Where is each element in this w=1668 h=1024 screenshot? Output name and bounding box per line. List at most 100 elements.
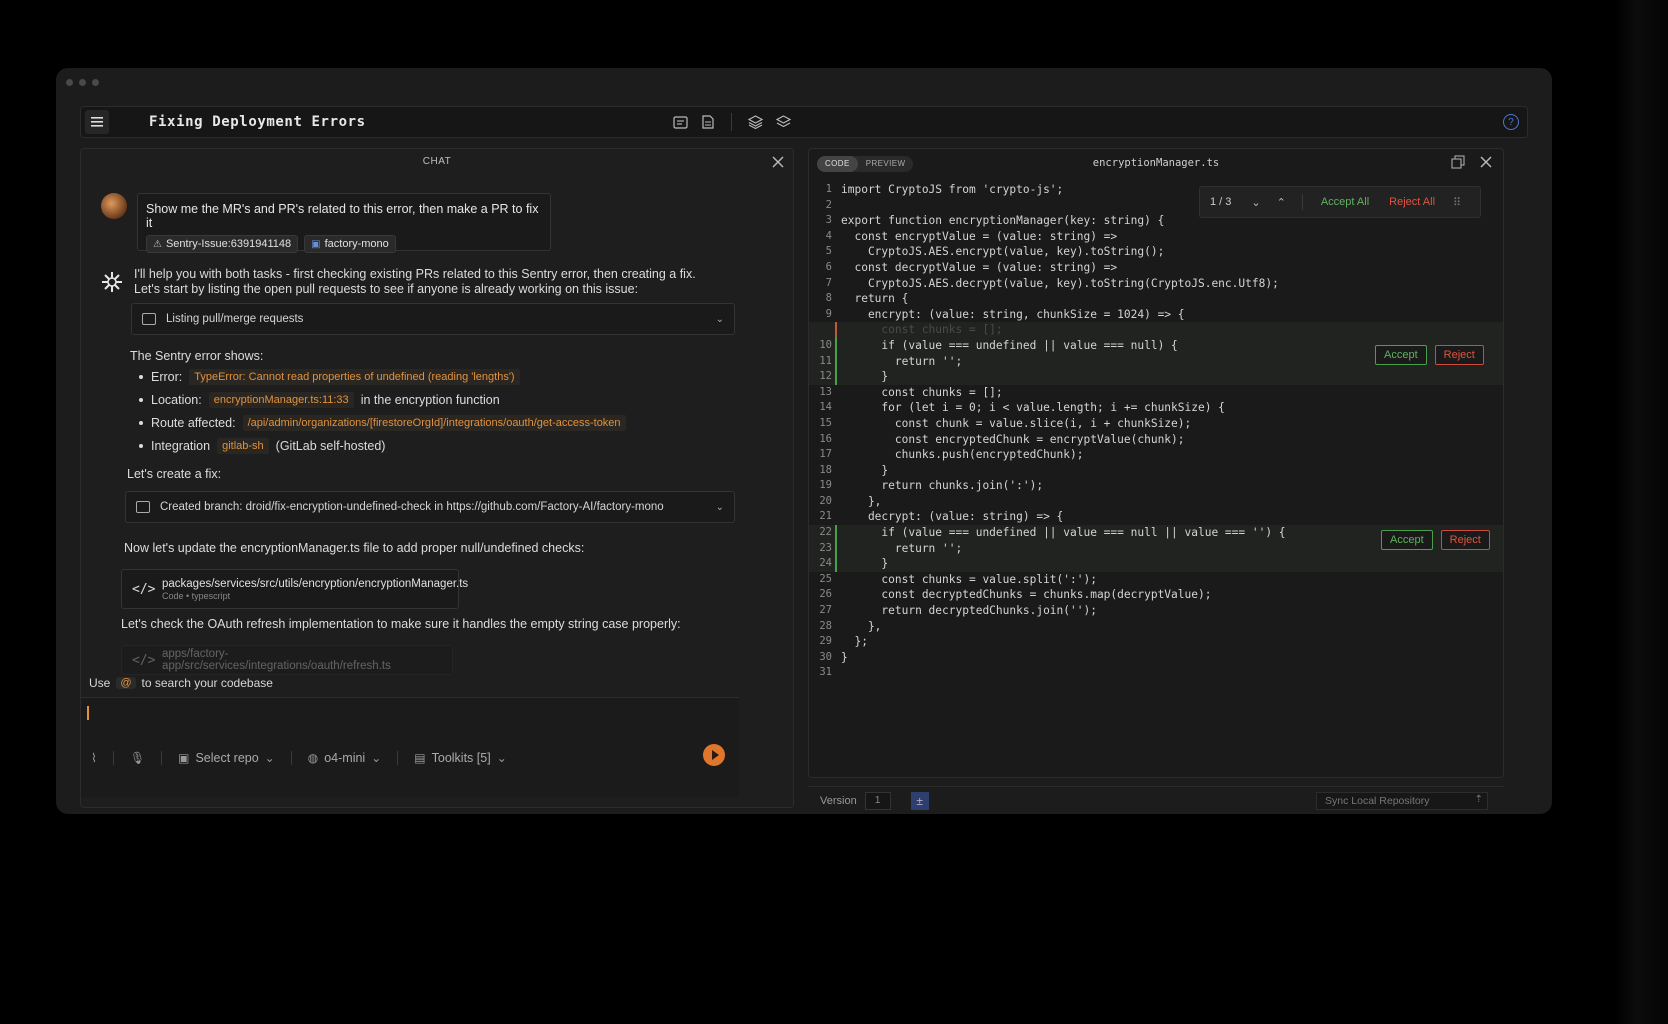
code-line: 31: [809, 665, 1503, 681]
code-text: const chunks = value.split(':');: [841, 572, 1097, 586]
file-card-faded[interactable]: </> apps/factory-app/src/services/integr…: [121, 645, 453, 675]
layers-icon[interactable]: [746, 113, 764, 131]
line-number: 16: [819, 432, 832, 445]
list-item: Location: encryptionManager.ts:11:33 in th…: [139, 388, 633, 411]
code-line: 26 const decryptedChunks = chunks.map(de…: [809, 587, 1503, 603]
model-icon: ◍: [307, 751, 319, 765]
stack-icon[interactable]: [774, 113, 792, 131]
hunk-actions: Accept Reject: [1375, 345, 1484, 365]
list-item: Route affected: /api/admin/organizations/…: [139, 411, 633, 434]
chevron-down-icon: ⌄: [371, 751, 382, 765]
toolbox-icon: ▤: [414, 751, 426, 765]
at-mention-badge: @: [116, 677, 136, 689]
hamburger-icon: [91, 117, 103, 127]
code-icon: </>: [132, 581, 156, 597]
chevron-up-icon[interactable]: ⌃: [1269, 196, 1294, 209]
code-line: 21 decrypt: (value: string) => {: [809, 509, 1503, 525]
minimize-dot[interactable]: [79, 79, 86, 86]
drag-handle-icon[interactable]: ⠿: [1445, 196, 1461, 209]
tool-call-list-prs[interactable]: Listing pull/merge requests ⌄: [131, 303, 735, 335]
sync-repo-button[interactable]: Sync Local Repository ⇡: [1316, 792, 1488, 810]
line-number: 30: [819, 650, 832, 663]
line-number: 18: [819, 463, 832, 476]
repo-chip[interactable]: ▣ factory-mono: [304, 235, 396, 253]
document-view-icon[interactable]: [699, 113, 717, 131]
code-line: 6 const decryptValue = (value: string) =…: [809, 260, 1503, 276]
model-selector[interactable]: ◍ o4-mini ⌄: [308, 751, 382, 765]
sentry-issue-chip[interactable]: ⚠ Sentry-Issue:6391941148: [146, 235, 299, 253]
update-text: Now let's update the encryptionManager.t…: [124, 541, 585, 555]
toolkits-label: Toolkits [5]: [431, 751, 491, 765]
code-line: 24 }: [809, 556, 1503, 572]
list-item: Integration gitlab-sh (GitLab self-hosted): [139, 434, 633, 457]
bullet-suffix: (GitLab self-hosted): [275, 438, 386, 453]
assistant-intro-line: I'll help you with both tasks - first ch…: [134, 267, 696, 281]
chat-panel: CHAT Show me the MR's and PR's related t…: [80, 148, 794, 808]
accept-button[interactable]: Accept: [1375, 345, 1427, 365]
code-line: 27 return decryptedChunks.join('');: [809, 603, 1503, 619]
code-line: 12 }: [809, 369, 1503, 385]
add-version-icon[interactable]: ±: [910, 791, 929, 810]
page-title: Fixing Deployment Errors: [149, 114, 366, 130]
composer-toolbar: ⌇ 🎙︎ ▣ Select repo ⌄ ◍ o4-mini ⌄ ▤ Toolkits […: [91, 751, 507, 765]
message-input[interactable]: [85, 708, 725, 728]
tool-call-label: Created branch: droid/fix-encryption-und…: [160, 501, 664, 513]
send-button[interactable]: [703, 744, 725, 766]
code-text: return '';: [841, 541, 963, 555]
code-panel: CODE PREVIEW encryptionManager.ts 1 impor…: [808, 148, 1504, 778]
file-path: packages/services/src/utils/encryption/e…: [162, 577, 469, 590]
reject-all-button[interactable]: Reject All: [1379, 196, 1445, 208]
code-line: 20 },: [809, 494, 1503, 510]
help-icon[interactable]: ?: [1503, 114, 1519, 130]
code-line: 8 return {: [809, 291, 1503, 307]
menu-button[interactable]: [85, 110, 109, 134]
line-number: 23: [819, 541, 832, 554]
close-icon[interactable]: [1479, 155, 1493, 169]
code-editor[interactable]: 1 import CryptoJS from 'crypto-js'; 2 3 expo…: [809, 182, 1503, 681]
toolkits-selector[interactable]: ▤ Toolkits [5] ⌄: [414, 751, 506, 765]
close-dot[interactable]: [66, 79, 73, 86]
code-text: return chunks.join(':');: [841, 479, 1044, 493]
hunk-actions: Accept Reject: [1381, 530, 1490, 550]
copy-icon[interactable]: [1451, 155, 1465, 169]
line-number: 10: [819, 338, 832, 351]
microphone-icon[interactable]: 🎙︎: [130, 751, 145, 765]
inline-code: TypeError: Cannot read properties of und…: [189, 368, 520, 385]
code-line: 30}: [809, 650, 1503, 666]
close-chat-icon[interactable]: [771, 155, 785, 169]
chevron-down-icon[interactable]: ⌄: [1243, 196, 1268, 209]
bullet-suffix: in the encryption function: [360, 392, 500, 407]
repo-icon: ▣: [178, 751, 190, 765]
sentry-details-list: Error: TypeError: Cannot read properties …: [139, 365, 633, 457]
reject-button[interactable]: Reject: [1434, 345, 1484, 365]
text-cursor: [87, 706, 89, 720]
code-line: const chunks = [];: [809, 322, 1503, 338]
line-number: 25: [819, 572, 832, 585]
sync-label: Sync Local Repository: [1325, 795, 1430, 807]
user-avatar: [101, 193, 127, 219]
reject-button[interactable]: Reject: [1440, 530, 1490, 550]
top-bar: Fixing Deployment Errors ?: [80, 106, 1528, 138]
code-text: }: [841, 463, 889, 477]
code-text: for (let i = 0; i < value.length; i += c…: [841, 401, 1225, 415]
code-text: const encryptValue = (value: string) =>: [841, 229, 1118, 243]
line-number: 12: [819, 370, 832, 383]
paperclip-icon[interactable]: ⌇: [91, 751, 97, 765]
file-card[interactable]: </> packages/services/src/utils/encrypti…: [121, 569, 468, 609]
accept-button[interactable]: Accept: [1381, 530, 1433, 550]
file-name: encryptionManager.ts: [1092, 157, 1220, 169]
repo-selector[interactable]: ▣ Select repo ⌄: [178, 751, 275, 765]
accept-all-button[interactable]: Accept All: [1311, 196, 1379, 208]
tool-call-create-branch[interactable]: Created branch: droid/fix-encryption-und…: [125, 491, 735, 523]
context-chips: ⚠ Sentry-Issue:6391941148 ▣ factory-mono: [146, 235, 542, 253]
line-number: 13: [819, 385, 832, 398]
code-panel-actions: [1451, 155, 1493, 169]
branch-icon: [136, 501, 150, 513]
bullet-label: Integration: [151, 438, 211, 453]
code-text: CryptoJS.AES.decrypt(value, key).toStrin…: [841, 276, 1279, 290]
maximize-dot[interactable]: [92, 79, 99, 86]
code-text: chunks.push(encryptedChunk);: [841, 448, 1084, 462]
version-input[interactable]: 1: [864, 791, 891, 810]
chat-view-icon[interactable]: [671, 113, 689, 131]
chip-label: Sentry-Issue:6391941148: [165, 238, 292, 250]
